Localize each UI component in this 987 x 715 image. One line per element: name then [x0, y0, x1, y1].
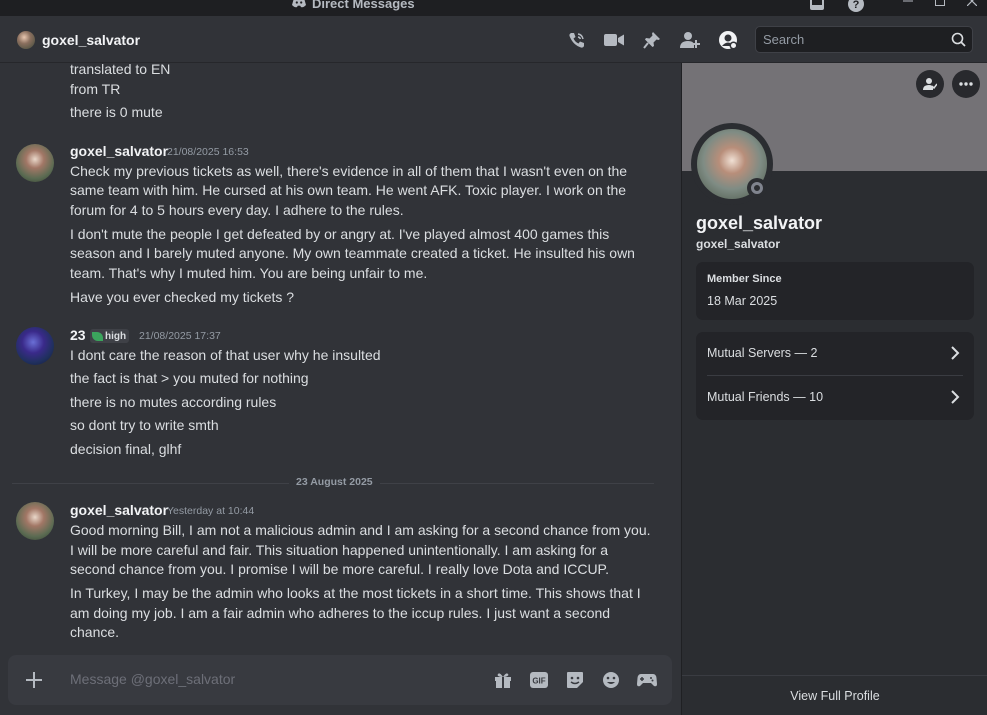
message-text: season and I barely muted anyone. My own…: [70, 245, 635, 261]
member-since-card: Member Since 18 Mar 2025: [696, 262, 974, 320]
video-call-icon[interactable]: [604, 30, 624, 50]
dm-username[interactable]: goxel_salvator: [42, 32, 140, 48]
message-timestamp: 21/08/2025 16:53: [167, 146, 249, 158]
avatar[interactable]: [16, 327, 54, 365]
message-text: there is no mutes according rules: [70, 394, 277, 410]
inbox-icon[interactable]: [808, 0, 826, 13]
message-author[interactable]: goxel_salvator: [70, 502, 168, 518]
message-text: forum for 4 to 5 hours every day. I adhe…: [70, 202, 404, 218]
message-text: I don't mute the people I get defeated b…: [70, 226, 610, 242]
message-composer: GIF: [8, 655, 672, 705]
svg-text:GIF: GIF: [532, 677, 545, 686]
message-text: In Turkey, I may be the admin who looks …: [70, 585, 641, 601]
guild-tag-label: high: [105, 330, 127, 342]
gif-icon[interactable]: GIF: [528, 669, 550, 691]
window-title: Direct Messages: [292, 0, 415, 11]
mutuals-card: Mutual Servers — 2 Mutual Friends — 10: [696, 332, 974, 420]
add-friends-icon[interactable]: [680, 30, 700, 50]
date-divider-label: 23 August 2025: [289, 476, 380, 488]
maximize-icon[interactable]: [935, 0, 945, 9]
window-title-text: Direct Messages: [312, 0, 415, 11]
message-text: so dont try to write smth: [70, 417, 219, 433]
message-text: team. That's why I muted him. You are be…: [70, 265, 428, 281]
add-attachment-button[interactable]: [22, 668, 46, 692]
window-titlebar: Direct Messages ?: [0, 0, 987, 16]
voice-call-icon[interactable]: [567, 30, 587, 50]
leaf-icon: [92, 331, 103, 341]
message-text: the fact is that > you muted for nothing: [70, 370, 309, 386]
chevron-right-icon: [950, 345, 960, 366]
add-friend-button[interactable]: [916, 70, 944, 98]
mutual-friends-row[interactable]: Mutual Friends — 10: [696, 376, 974, 420]
discord-logo-icon: [292, 0, 306, 11]
user-profile-icon[interactable]: [718, 30, 738, 50]
message-text: I will be more careful and fair. This si…: [70, 542, 609, 558]
gift-icon[interactable]: [492, 669, 514, 691]
dm-header: goxel_salvator: [0, 16, 987, 63]
message-timestamp: 21/08/2025 17:37: [139, 330, 221, 342]
offline-status-icon: [747, 178, 767, 198]
mutual-friends-label: Mutual Friends — 10: [707, 390, 824, 404]
avatar[interactable]: [16, 144, 54, 182]
more-options-button[interactable]: [952, 70, 980, 98]
search-box[interactable]: [755, 26, 973, 53]
message-text: am doing my job. I am a fair admin who a…: [70, 605, 611, 621]
message-text: chance.: [70, 624, 120, 640]
message-timestamp: Yesterday at 10:44: [167, 505, 255, 517]
message-author[interactable]: goxel_salvator: [70, 143, 168, 159]
search-input[interactable]: [763, 32, 943, 47]
message-text: decision final, glhf: [70, 441, 182, 457]
message-input[interactable]: [70, 671, 470, 687]
sticker-icon[interactable]: [564, 669, 586, 691]
pin-icon[interactable]: [642, 30, 662, 50]
message-text: Check my previous tickets as well, there…: [70, 163, 628, 179]
view-full-profile-button[interactable]: View Full Profile: [682, 689, 987, 703]
message-author[interactable]: 23: [70, 327, 86, 343]
message-text: second chance from you. I promise I will…: [70, 561, 609, 577]
close-icon[interactable]: [966, 0, 978, 9]
user-profile-panel: goxel_salvator goxel_salvator Member Sin…: [681, 63, 987, 715]
member-since-value: 18 Mar 2025: [707, 294, 778, 308]
message-text: I dont care the reason of that user why …: [70, 347, 381, 363]
avatar[interactable]: [16, 502, 54, 540]
profile-display-name: goxel_salvator: [696, 213, 823, 233]
profile-username: goxel_salvator: [696, 237, 781, 251]
mutual-servers-row[interactable]: Mutual Servers — 2: [696, 332, 974, 376]
message-list[interactable]: translated to EN from TR there is 0 mute…: [0, 63, 681, 653]
help-icon[interactable]: ?: [847, 0, 865, 13]
guild-tag-badge[interactable]: high: [90, 329, 130, 343]
message-text: there is 0 mute: [70, 104, 163, 120]
mutual-servers-label: Mutual Servers — 2: [707, 346, 818, 360]
svg-text:?: ?: [853, 0, 860, 11]
avatar[interactable]: [17, 31, 35, 49]
minimize-icon[interactable]: [903, 0, 913, 9]
message-text: Good morning Bill, I am not a malicious …: [70, 522, 651, 538]
message-text: Have you ever checked my tickets ?: [70, 289, 295, 305]
message-text: from TR: [70, 81, 121, 97]
profile-footer: View Full Profile: [682, 675, 987, 715]
search-icon: [951, 32, 966, 52]
message-text: translated to EN: [70, 63, 171, 77]
member-since-label: Member Since: [707, 273, 782, 285]
chevron-right-icon: [950, 389, 960, 410]
activities-icon[interactable]: [636, 669, 658, 691]
message-text: same team with him. He cursed at his own…: [70, 182, 627, 198]
emoji-icon[interactable]: [600, 669, 622, 691]
